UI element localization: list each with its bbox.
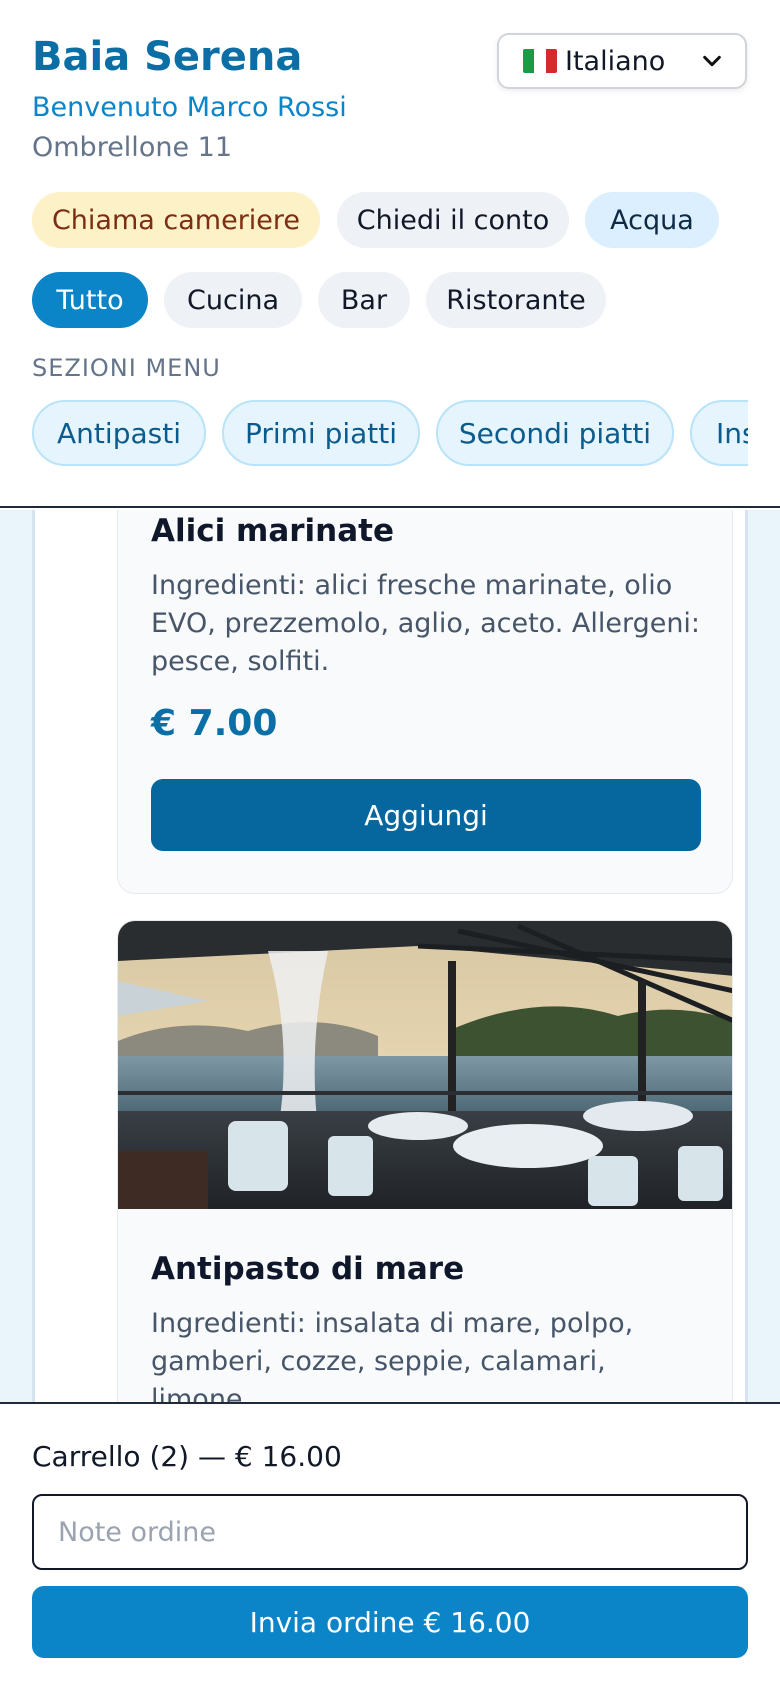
menu-sections-title: SEZIONI MENU bbox=[32, 354, 221, 382]
menu-item-name: Alici marinate bbox=[151, 513, 395, 549]
add-to-cart-button[interactable]: Aggiungi bbox=[151, 779, 701, 851]
chevron-down-icon bbox=[703, 55, 721, 67]
section-chip-antipasti[interactable]: Antipasti bbox=[32, 400, 206, 466]
brand-title: Baia Serena bbox=[32, 34, 303, 80]
menu-item-description: Ingredienti: insalata di mare, polpo, ga… bbox=[151, 1308, 634, 1402]
send-order-button[interactable]: Invia ordine € 16.00 bbox=[32, 1586, 748, 1658]
language-label: Italiano bbox=[565, 45, 666, 77]
language-select[interactable]: Italiano bbox=[497, 33, 747, 89]
cart-bar: Carrello (2) — € 16.00 Invia ordine € 16… bbox=[0, 1402, 780, 1688]
umbrella-number: Ombrellone 11 bbox=[32, 132, 232, 163]
lakeside-terrace-restaurant-photo bbox=[118, 921, 732, 1209]
menu-item-card: Alici marinate Ingredienti: alici fresch… bbox=[117, 510, 733, 894]
section-chip-primi[interactable]: Primi piatti bbox=[222, 400, 420, 466]
italy-flag-icon bbox=[523, 49, 557, 73]
menu-content[interactable]: Alici marinate Ingredienti: alici fresch… bbox=[0, 510, 780, 1402]
filter-bar[interactable]: Bar bbox=[318, 272, 410, 328]
welcome-text: Benvenuto Marco Rossi bbox=[32, 92, 347, 123]
cart-summary: Carrello (2) — € 16.00 bbox=[32, 1440, 342, 1473]
order-notes-input[interactable] bbox=[32, 1494, 748, 1570]
menu-item-price: € 7.00 bbox=[151, 703, 278, 744]
filter-kitchen[interactable]: Cucina bbox=[164, 272, 302, 328]
menu-sections-scroller[interactable]: Antipasti Primi piatti Secondi piatti In… bbox=[32, 398, 748, 470]
filter-restaurant[interactable]: Ristorante bbox=[426, 272, 606, 328]
app-header: Baia Serena Benvenuto Marco Rossi Ombrel… bbox=[0, 0, 780, 508]
menu-panel: Alici marinate Ingredienti: alici fresch… bbox=[32, 510, 748, 1402]
menu-item-name: Antipasto di mare bbox=[151, 1251, 465, 1287]
water-button[interactable]: Acqua bbox=[585, 192, 719, 248]
call-waiter-button[interactable]: Chiama cameriere bbox=[32, 192, 320, 248]
menu-item-description: Ingredienti: alici fresche marinate, oli… bbox=[151, 570, 701, 677]
section-chip-secondi[interactable]: Secondi piatti bbox=[436, 400, 674, 466]
filter-all[interactable]: Tutto bbox=[32, 272, 148, 328]
ask-bill-button[interactable]: Chiedi il conto bbox=[337, 192, 569, 248]
section-chip-insalate[interactable]: Insalate bbox=[690, 400, 748, 466]
menu-item-card: Antipasto di mare Ingredienti: insalata … bbox=[117, 920, 733, 1402]
